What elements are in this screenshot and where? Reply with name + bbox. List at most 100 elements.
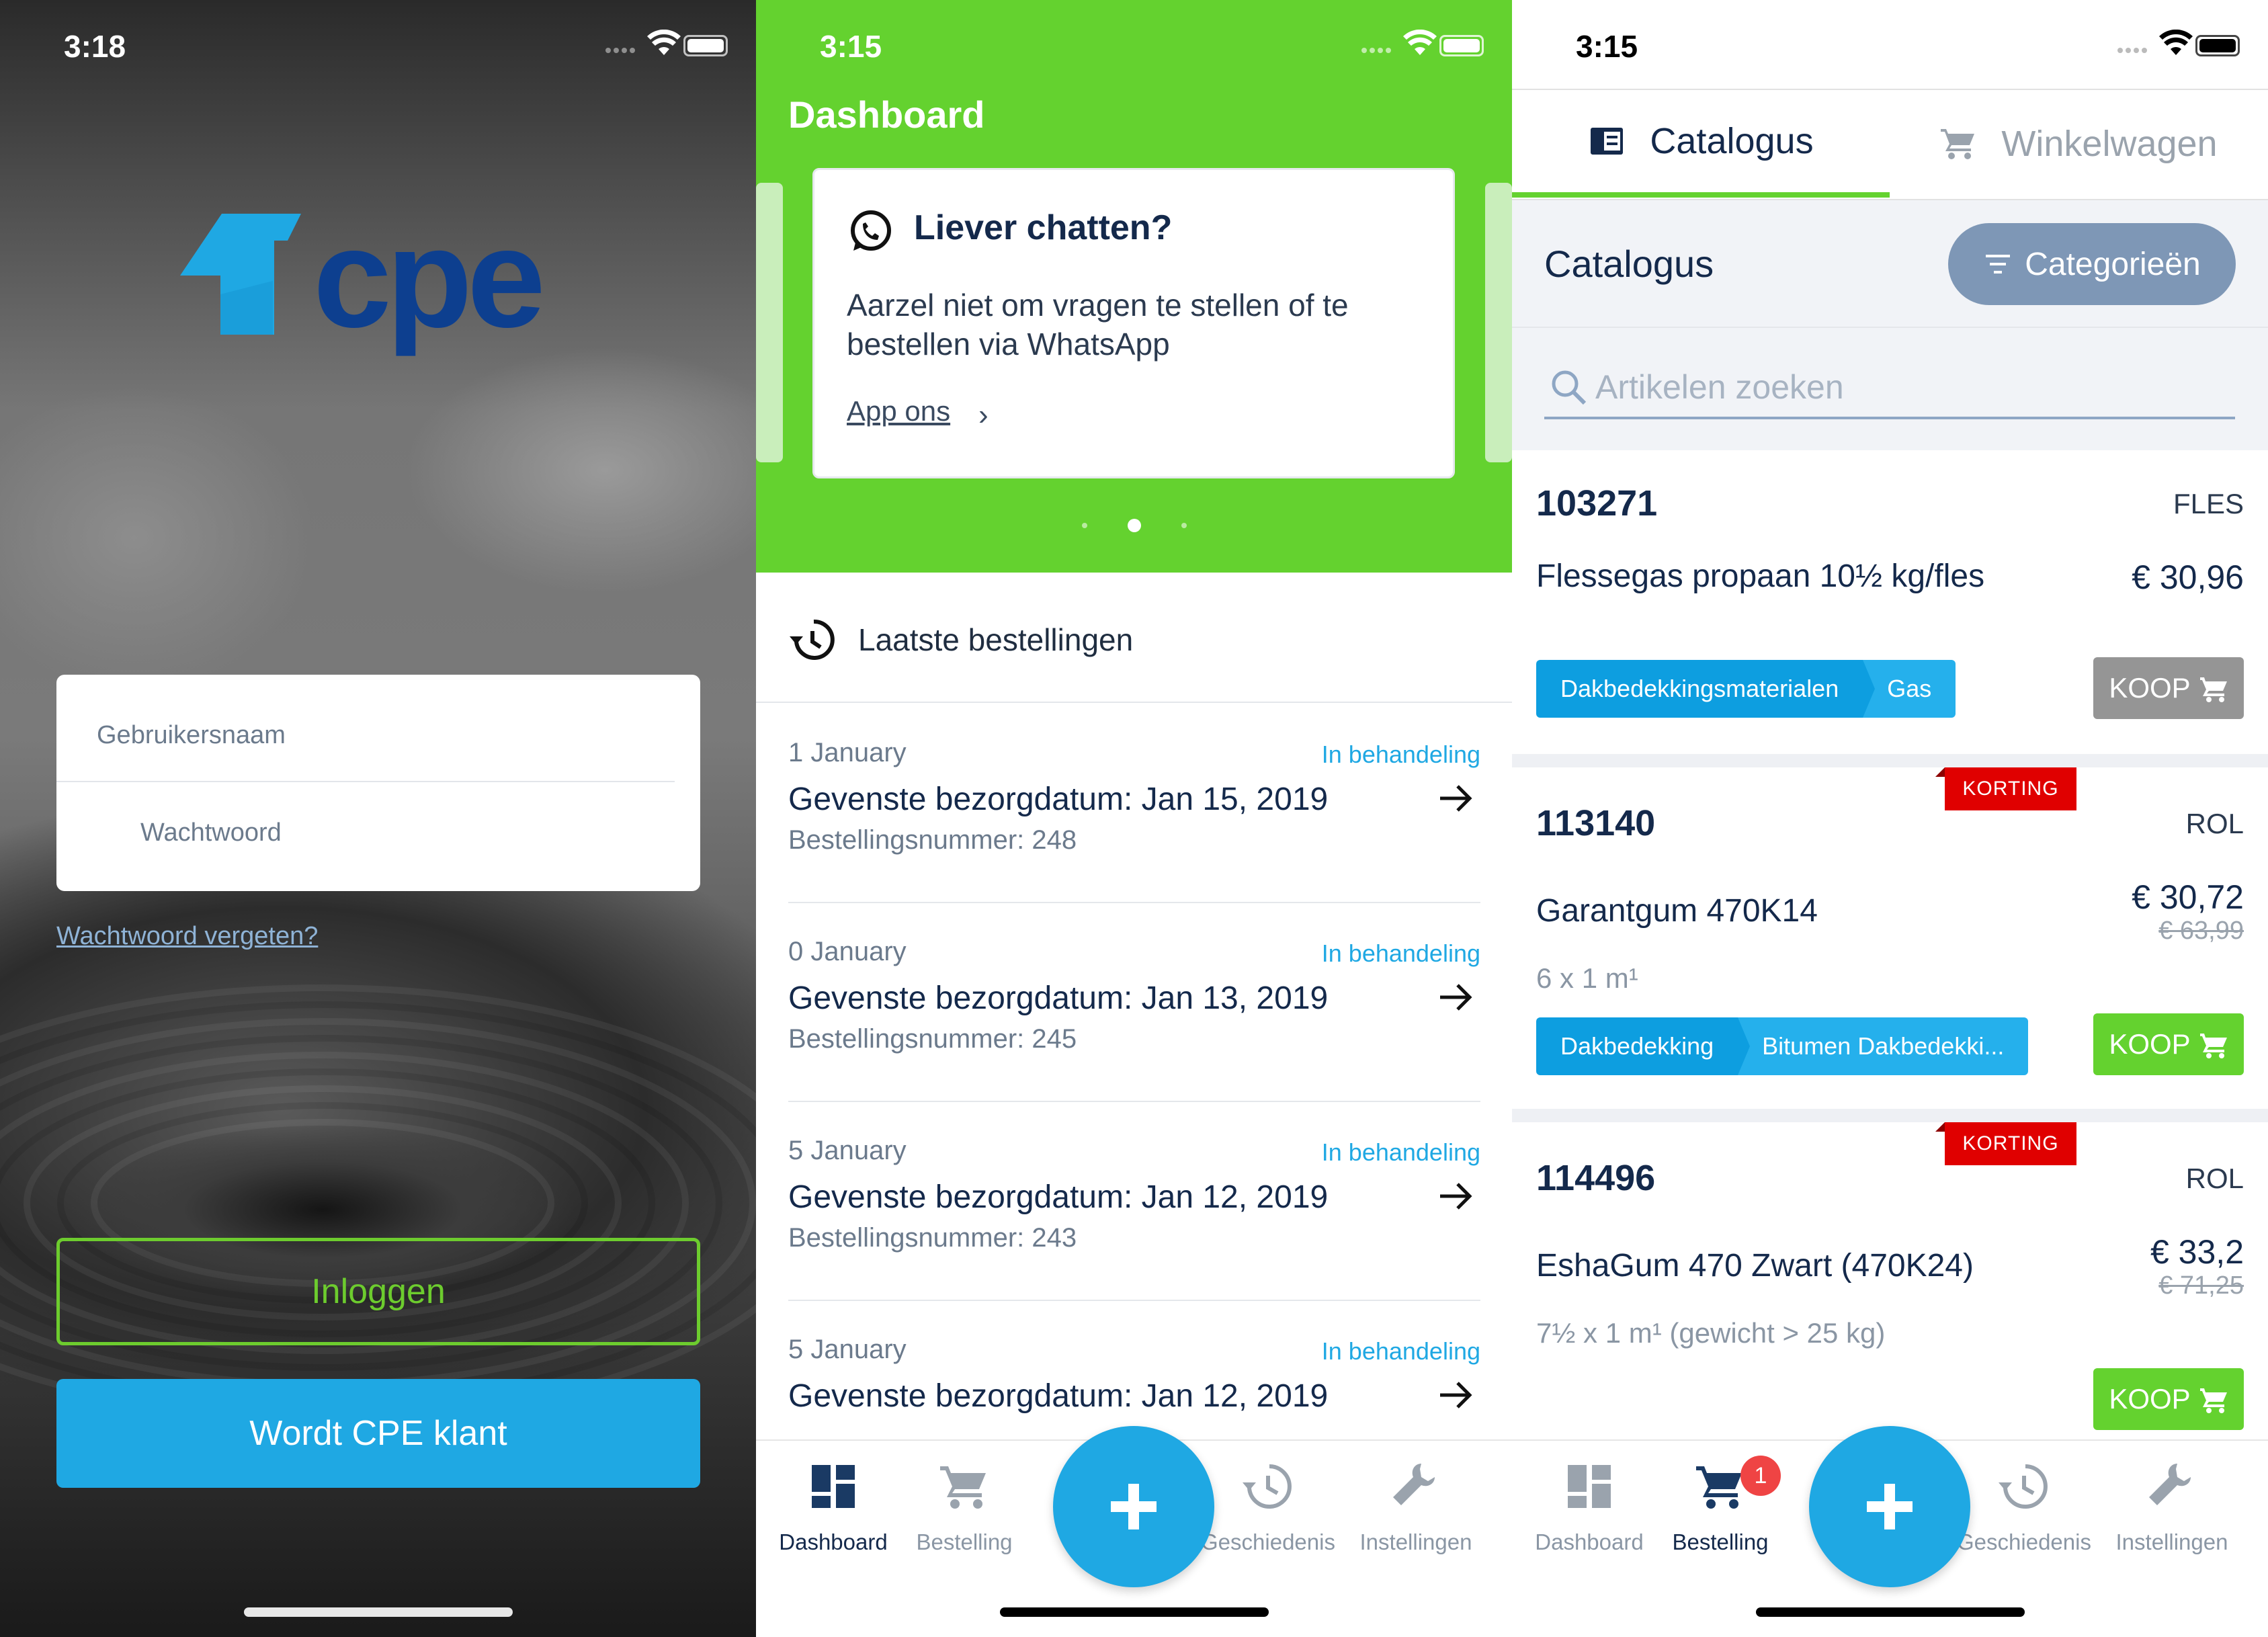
login-screen: 3:18 cpe Gebruikersnaam Wachtwoord Wacht… <box>0 0 756 1637</box>
dashboard-icon <box>1568 1465 1611 1508</box>
catalog-heading: Catalogus <box>1544 243 1714 285</box>
buy-label: KOOP <box>2109 672 2191 704</box>
carousel-dot-active[interactable] <box>1127 519 1141 532</box>
login-button[interactable]: Inloggen <box>56 1238 700 1345</box>
tab-dashboard[interactable]: Dashboard <box>759 1460 907 1555</box>
add-order-button[interactable] <box>1053 1426 1214 1587</box>
order-date: 1 January <box>788 738 907 767</box>
tab-bestelling[interactable]: Bestelling <box>890 1460 1038 1555</box>
cart-icon <box>940 1466 986 1509</box>
buy-label: KOOP <box>2109 1383 2191 1415</box>
product-card[interactable]: KORTING 114496 ROL EshaGum 470 Zwart (47… <box>1512 1122 2268 1439</box>
order-row[interactable]: 1 January In behandeling Gevenste bezorg… <box>788 738 1480 886</box>
tag-subcategory[interactable]: Bitumen Dakbedekki... <box>1738 1017 2029 1075</box>
carousel-prev-card[interactable] <box>756 183 783 462</box>
tab-label: Instellingen <box>1359 1529 1472 1554</box>
cart-icon <box>2199 1034 2227 1058</box>
order-date: 5 January <box>788 1136 907 1165</box>
tab-geschiedenis[interactable]: Geschiedenis <box>1950 1460 2098 1555</box>
wifi-icon <box>1403 30 1437 55</box>
tag-category[interactable]: Dakbedekkingsmaterialen <box>1536 660 1876 718</box>
wrench-icon <box>2149 1464 2191 1505</box>
catalog-icon <box>1591 128 1624 155</box>
carousel-dots <box>756 519 1512 532</box>
password-field[interactable]: Wachtwoord <box>56 782 700 883</box>
tag-category[interactable]: Dakbedekking <box>1536 1017 1751 1075</box>
search-input[interactable]: Artikelen zoeken <box>1544 358 2235 419</box>
search-placeholder: Artikelen zoeken <box>1595 368 1844 406</box>
username-field[interactable]: Gebruikersnaam <box>56 675 675 782</box>
whatsapp-card[interactable]: Liever chatten? Aarzel niet om vragen te… <box>812 168 1455 478</box>
tab-geschiedenis[interactable]: Geschiedenis <box>1194 1460 1342 1555</box>
divider <box>788 902 1480 903</box>
status-time: 3:18 <box>64 29 126 64</box>
product-unit: ROL <box>2185 808 2244 839</box>
order-delivery-date: Gevenste bezorgdatum: Jan 13, 2019 <box>788 980 1329 1016</box>
order-row[interactable]: 0 January In behandeling Gevenste bezorg… <box>788 937 1480 1085</box>
product-card[interactable]: 103271 FLES Flessegas propaan 10½ kg/fle… <box>1512 450 2268 754</box>
history-icon <box>1999 1464 2048 1509</box>
product-card[interactable]: KORTING 113140 ROL Garantgum 470K14 € 30… <box>1512 767 2268 1109</box>
tab-instellingen[interactable]: Instellingen <box>2098 1460 2246 1555</box>
history-icon <box>1243 1464 1292 1509</box>
logo-text: cpe <box>313 214 541 357</box>
tag-subcategory[interactable]: Gas <box>1863 660 1956 718</box>
buy-button[interactable]: KOOP <box>2093 1368 2244 1430</box>
carousel-dot[interactable] <box>1081 523 1087 528</box>
register-button[interactable]: Wordt CPE klant <box>56 1379 700 1488</box>
recent-orders-heading: Laatste bestellingen <box>788 613 1133 667</box>
cart-icon <box>2199 677 2227 702</box>
password-placeholder: Wachtwoord <box>140 818 282 847</box>
chat-card-body: Aarzel niet om vragen te stellen of te b… <box>847 288 1349 362</box>
cart-icon <box>1941 129 1975 159</box>
order-number: Bestellingsnummer: 243 <box>788 1223 1077 1253</box>
username-placeholder: Gebruikersnaam <box>97 720 286 749</box>
product-name: EshaGum 470 Zwart (470K24) <box>1536 1248 1974 1284</box>
order-row[interactable]: 5 January In behandeling Gevenste bezorg… <box>788 1136 1480 1284</box>
categories-label: Categorieën <box>2025 246 2201 282</box>
signal-icon <box>2117 44 2150 56</box>
buy-button[interactable]: KOOP <box>2093 657 2244 719</box>
status-time: 3:15 <box>820 29 882 64</box>
order-status: In behandeling <box>1321 741 1480 768</box>
arrow-right-icon <box>1440 1382 1472 1409</box>
tab-catalogus[interactable]: Catalogus <box>1512 90 1890 198</box>
order-status: In behandeling <box>1321 1337 1480 1365</box>
dashboard-icon <box>812 1465 855 1508</box>
tab-bestelling[interactable]: Bestelling 1 <box>1646 1456 1794 1555</box>
order-number: Bestellingsnummer: 248 <box>788 825 1077 855</box>
wifi-icon <box>2159 30 2193 55</box>
recent-orders-title: Laatste bestellingen <box>858 622 1134 657</box>
product-quantity: 6 x 1 m¹ <box>1536 962 1638 994</box>
order-status: In behandeling <box>1321 1138 1480 1166</box>
carousel-next-card[interactable] <box>1485 183 1512 462</box>
product-name: Garantgum 470K14 <box>1536 893 1818 929</box>
plus-icon <box>1111 1484 1157 1529</box>
tab-instellingen[interactable]: Instellingen <box>1342 1460 1490 1555</box>
add-order-button[interactable] <box>1809 1426 1970 1587</box>
whatsapp-link[interactable]: App ons <box>847 395 950 427</box>
order-delivery-date: Gevenste bezorgdatum: Jan 15, 2019 <box>788 782 1329 817</box>
tab-dashboard[interactable]: Dashboard <box>1515 1460 1663 1555</box>
arrow-right-icon <box>1440 785 1472 812</box>
product-old-price: € 63,99 <box>2158 917 2244 945</box>
tab-label: Winkelwagen <box>2001 124 2218 164</box>
carousel-dot[interactable] <box>1181 523 1187 528</box>
signal-icon <box>1361 44 1394 56</box>
categories-button[interactable]: Categorieën <box>1948 223 2236 305</box>
cpe-logo: cpe <box>180 199 583 362</box>
product-code: 113140 <box>1536 803 1656 843</box>
wifi-icon <box>647 30 681 55</box>
buy-button[interactable]: KOOP <box>2093 1013 2244 1075</box>
order-number: Bestellingsnummer: 245 <box>788 1024 1077 1054</box>
discount-badge: KORTING <box>1935 1122 2076 1165</box>
forgot-password-link[interactable]: Wachtwoord vergeten? <box>56 922 318 951</box>
product-code: 103271 <box>1536 483 1658 523</box>
product-old-price: € 71,25 <box>2158 1271 2244 1300</box>
tab-winkelwagen[interactable]: Winkelwagen <box>1890 90 2267 198</box>
divider <box>756 702 1512 703</box>
chat-card-title: Liever chatten? <box>914 208 1173 247</box>
cart-count-badge: 1 <box>1740 1456 1781 1496</box>
divider <box>1512 754 2268 767</box>
order-status: In behandeling <box>1321 939 1480 967</box>
